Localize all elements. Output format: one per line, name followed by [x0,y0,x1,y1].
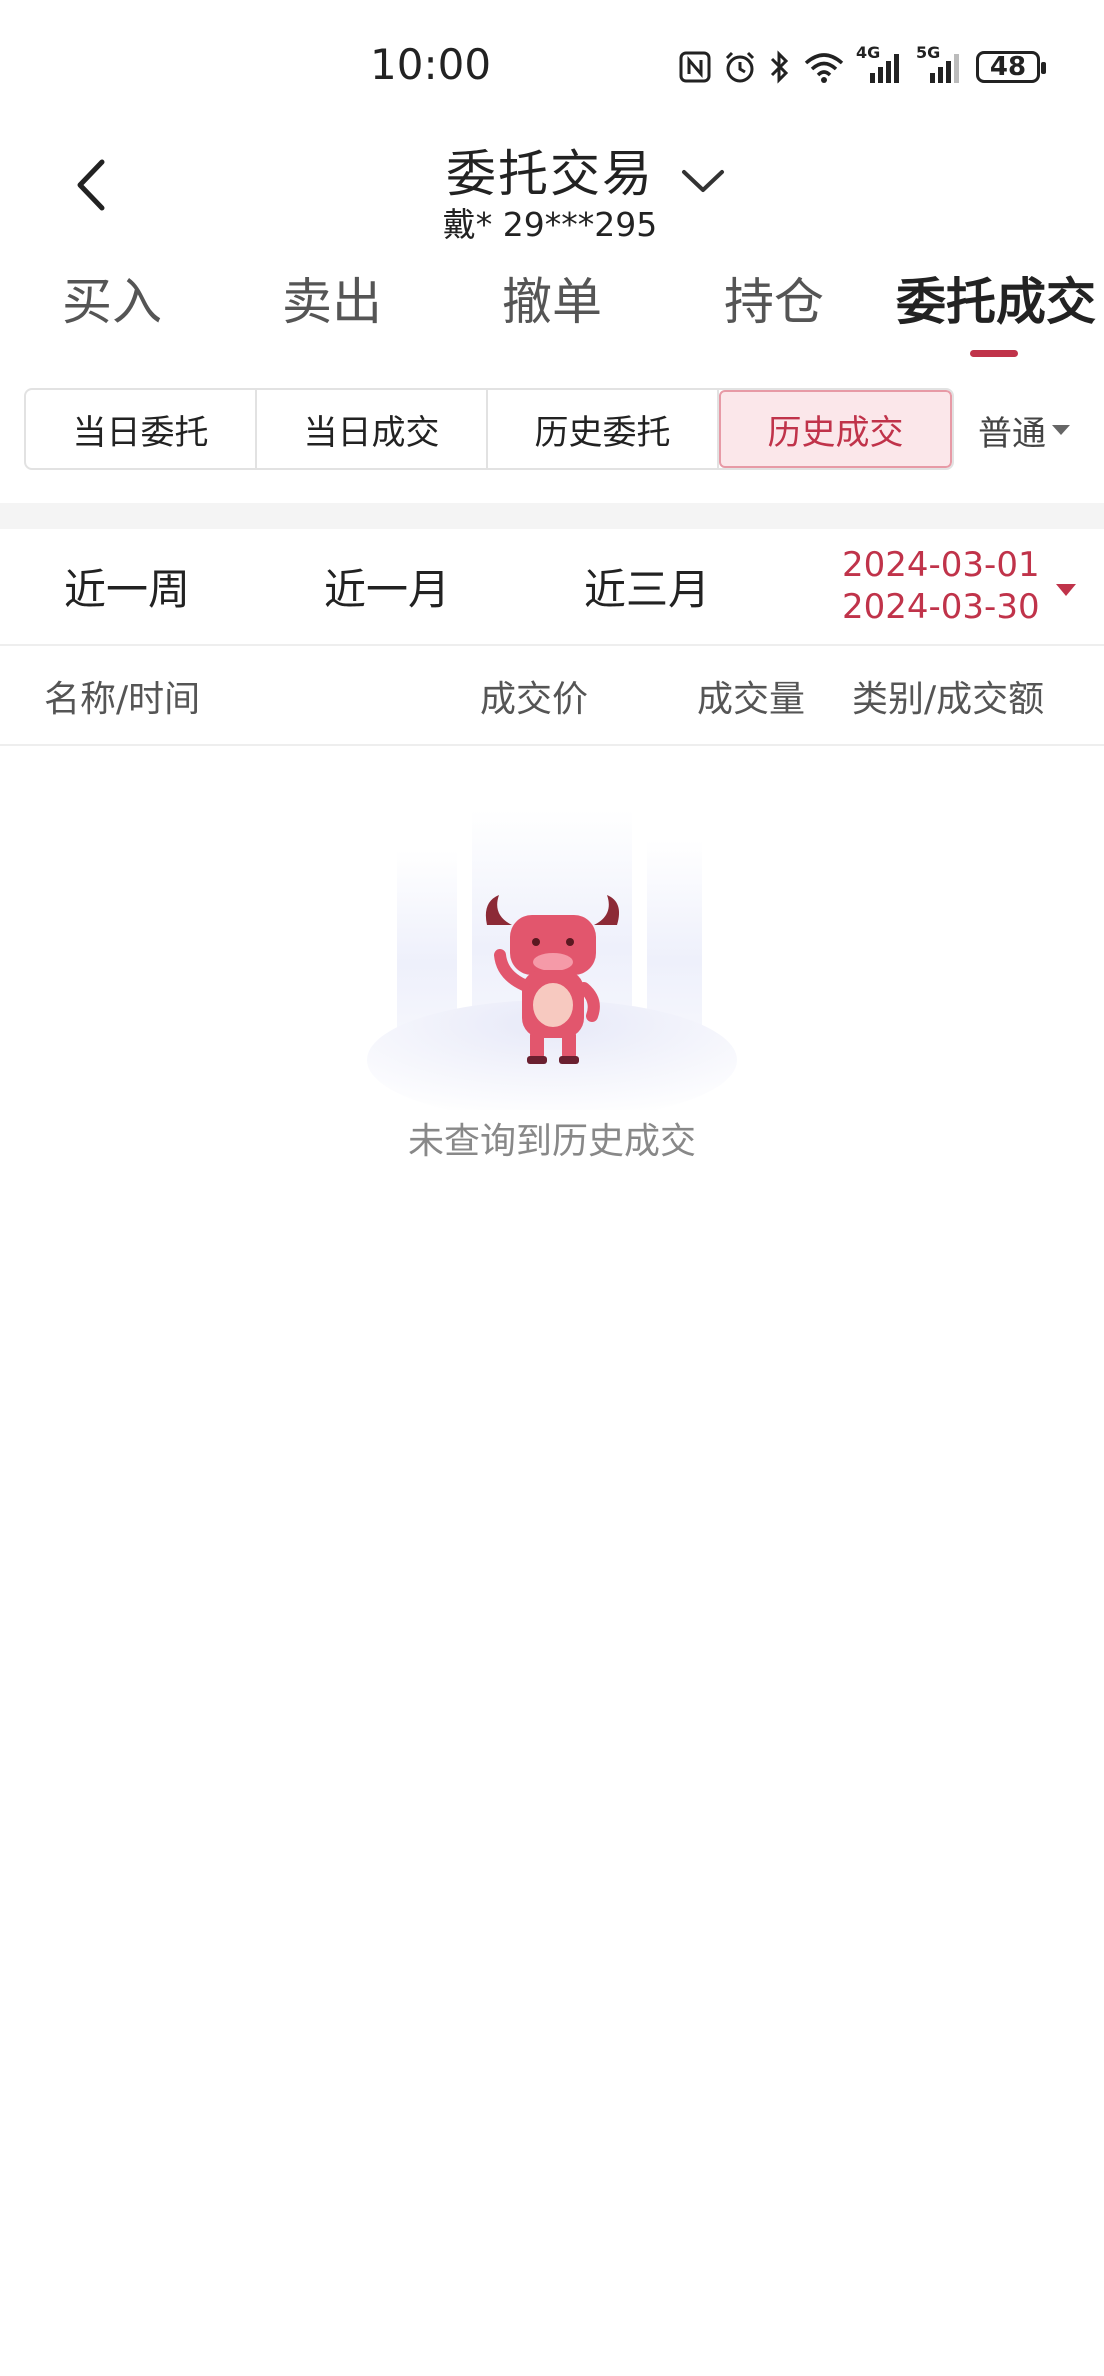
divider [0,744,1104,746]
nfc-icon [678,47,712,87]
status-icons: 4G 5G 48 [678,42,1070,92]
account-type-label: 普通 [978,413,1046,454]
empty-state-illustration [362,790,742,1120]
period-three-months[interactable]: 近三月 [584,556,710,617]
bluetooth-icon [768,47,792,87]
sub-tabs: 当日委托 当日成交 历史委托 历史成交 [24,388,954,470]
page-title[interactable]: 委托交易 [380,134,720,206]
account-type-select[interactable]: 普通 [978,402,1098,458]
section-divider [0,503,1104,529]
main-tabs: 买入 卖出 撤单 持仓 委托成交 [0,262,1104,352]
status-time: 10:00 [370,40,492,89]
signal-5g-icon: 5G [916,43,966,87]
column-type-amount: 类别/成交额 [852,679,1045,720]
period-one-week[interactable]: 近一周 [64,556,190,617]
divider [0,644,1104,646]
subtab-today-orders[interactable]: 当日委托 [26,390,257,468]
alarm-icon [722,47,758,87]
tab-buy[interactable]: 买入 [62,262,162,334]
wifi-icon [802,47,846,87]
battery-level: 48 [989,52,1027,82]
tab-cancel[interactable]: 撤单 [502,262,602,334]
tab-sell[interactable]: 卖出 [282,262,382,334]
subtab-history-trades[interactable]: 历史成交 [719,390,952,468]
battery-icon: 48 [976,51,1046,83]
date-range-start: 2024-03-01 [842,545,1040,585]
column-name-time: 名称/时间 [44,679,201,720]
tab-positions[interactable]: 持仓 [724,262,824,334]
network-5g-label: 5G [916,43,941,62]
network-4g-label: 4G [856,43,881,62]
subtab-today-trades[interactable]: 当日成交 [257,390,488,468]
chevron-left-icon [77,159,105,211]
date-range-end: 2024-03-30 [842,587,1040,627]
date-range-picker[interactable]: 2024-03-01 2024-03-30 [842,544,1042,628]
caret-down-icon [1052,425,1070,435]
column-price: 成交价 [480,679,589,720]
subtab-history-orders[interactable]: 历史委托 [488,390,719,468]
active-tab-indicator [970,350,1018,357]
account-label: 戴* 29***295 [442,205,658,244]
account-switch-button[interactable] [678,160,728,200]
column-volume: 成交量 [697,679,806,720]
date-caret-icon [1056,584,1076,596]
signal-4g-icon: 4G [856,43,906,87]
chevron-down-icon [682,170,724,192]
tab-orders-trades[interactable]: 委托成交 [896,262,1096,334]
back-button[interactable] [62,150,122,220]
empty-state-message: 未查询到历史成交 [407,1121,696,1162]
period-one-month[interactable]: 近一月 [324,556,450,617]
